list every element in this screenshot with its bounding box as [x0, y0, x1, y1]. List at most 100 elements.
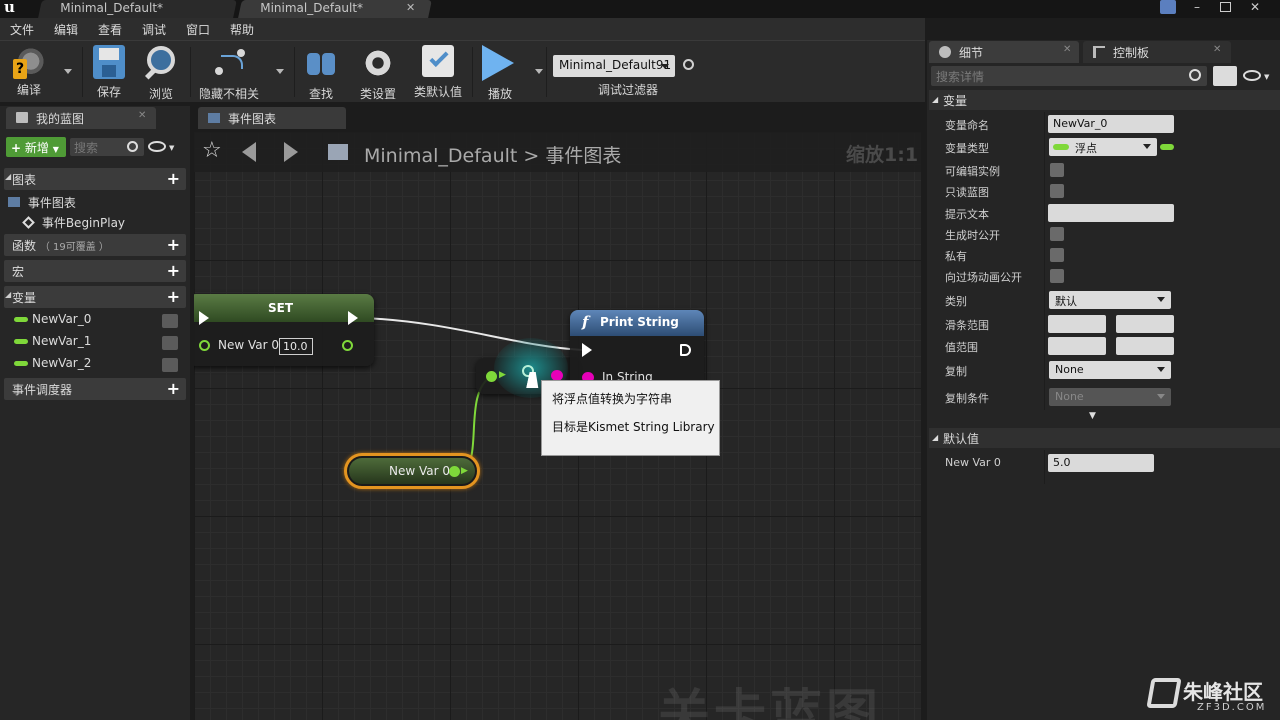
tooltip-input[interactable] — [1048, 204, 1174, 222]
play-options-caret[interactable] — [535, 69, 543, 74]
float-out-pin[interactable] — [342, 340, 353, 351]
variables-section[interactable]: ◢ 变量 + — [4, 286, 186, 308]
document-tab-2[interactable]: Minimal_Default* — [238, 0, 432, 18]
close-icon[interactable]: ✕ — [1213, 44, 1221, 55]
minimize-icon[interactable]: – — [1194, 0, 1208, 14]
debug-object-dropdown[interactable]: Minimal_Default91 — [553, 55, 675, 77]
source-control-icon[interactable] — [1160, 0, 1176, 14]
document-tab-1[interactable]: Minimal_Default* — [38, 0, 237, 18]
variable-section-header[interactable]: ◢ 变量 — [929, 90, 1280, 110]
view-options-caret-icon[interactable]: ▼ — [169, 144, 174, 152]
menu-edit[interactable]: 编辑 — [54, 21, 78, 38]
exec-in-pin[interactable] — [199, 311, 209, 325]
value-range-min-input[interactable] — [1048, 337, 1106, 355]
functions-section[interactable]: 函数 （ 19可覆盖 ） + — [4, 234, 186, 256]
search-icon[interactable] — [127, 141, 138, 152]
float-in-pin[interactable] — [199, 340, 210, 351]
maximize-icon[interactable] — [1220, 2, 1231, 12]
add-new-button[interactable]: + 新增 ▼ — [6, 137, 66, 157]
var-name-input[interactable]: NewVar_0 — [1048, 115, 1174, 133]
close-window-icon[interactable]: ✕ — [1250, 0, 1260, 14]
hide-unrelated-button[interactable]: 隐藏不相关 — [196, 45, 262, 102]
class-settings-button[interactable]: 类设置 — [354, 45, 402, 102]
play-button[interactable]: 播放 — [478, 45, 522, 102]
menu-file[interactable]: 文件 — [10, 21, 34, 38]
menu-window[interactable]: 窗口 — [186, 21, 210, 38]
container-type-icon[interactable] — [1160, 144, 1174, 150]
details-search-input[interactable]: 搜索详情 — [931, 66, 1207, 86]
menu-view[interactable]: 查看 — [98, 21, 122, 38]
expose-cinematics-checkbox[interactable] — [1050, 269, 1064, 283]
event-dispatchers-section[interactable]: 事件调度器 + — [4, 378, 186, 400]
visibility-eye-icon[interactable] — [162, 314, 178, 328]
exec-out-pin[interactable] — [680, 344, 691, 356]
close-icon[interactable]: ✕ — [406, 1, 415, 14]
float-out-pin[interactable] — [449, 466, 460, 477]
hide-options-caret[interactable] — [276, 69, 284, 74]
tab-palette[interactable]: 控制板 ✕ — [1083, 41, 1231, 63]
add-graph-icon[interactable]: + — [167, 169, 180, 188]
category-label: 类别 — [945, 295, 967, 308]
variable-item[interactable]: NewVar_2 — [14, 356, 184, 376]
property-matrix-icon[interactable] — [1213, 66, 1237, 86]
browse-button[interactable]: 浏览 — [140, 45, 182, 102]
menu-help[interactable]: 帮助 — [230, 21, 254, 38]
variable-item[interactable]: NewVar_1 — [14, 334, 184, 354]
set-node[interactable]: SET New Var 0 10.0 — [194, 294, 374, 366]
graphs-label: 图表 — [12, 173, 37, 187]
print-string-node[interactable]: f Print String In String — [570, 310, 704, 390]
slider-range-min-input[interactable] — [1048, 315, 1106, 333]
forward-arrow-icon[interactable] — [284, 142, 298, 162]
debug-search-icon[interactable] — [683, 59, 694, 70]
toolbar-separator — [546, 47, 547, 97]
event-graph-item[interactable]: 事件图表 — [8, 194, 76, 211]
float-input-pin[interactable] — [486, 371, 497, 382]
macros-section[interactable]: 宏 + — [4, 260, 186, 282]
tab-details[interactable]: 细节 ✕ — [929, 41, 1079, 63]
tab-details-label: 细节 — [959, 46, 984, 60]
view-options-eye-icon[interactable] — [148, 141, 166, 152]
replication-dropdown[interactable]: None — [1049, 361, 1171, 379]
variable-item[interactable]: NewVar_0 — [14, 312, 184, 332]
set-value-input[interactable]: 10.0 — [279, 338, 313, 355]
dropdown-caret-icon — [1157, 367, 1165, 372]
view-options-caret-icon[interactable]: ▼ — [1264, 73, 1269, 81]
var-type-dropdown[interactable]: 浮点 — [1049, 138, 1157, 156]
view-options-eye-icon[interactable] — [1243, 70, 1261, 81]
category-dropdown[interactable]: 默认 — [1049, 291, 1171, 309]
blueprint-readonly-checkbox[interactable] — [1050, 184, 1064, 198]
compile-button[interactable]: ? 编译 — [6, 45, 52, 98]
favorite-star-icon[interactable]: ☆ — [202, 138, 222, 163]
default-section-header[interactable]: ◢ 默认值 — [929, 428, 1280, 448]
close-icon[interactable]: ✕ — [1063, 44, 1071, 55]
save-button[interactable]: 保存 — [88, 45, 130, 100]
visibility-eye-icon[interactable] — [162, 336, 178, 350]
add-function-icon[interactable]: + — [167, 235, 180, 254]
tab-event-graph[interactable]: 事件图表 — [198, 107, 346, 129]
menu-debug[interactable]: 调试 — [142, 21, 166, 38]
exec-out-pin[interactable] — [348, 311, 358, 325]
default-var-input[interactable]: 5.0 — [1048, 454, 1154, 472]
expose-spawn-checkbox[interactable] — [1050, 227, 1064, 241]
graphs-section[interactable]: ◢ 图表 + — [4, 168, 186, 190]
visibility-eye-icon[interactable] — [162, 358, 178, 372]
class-defaults-button[interactable]: 类默认值 — [410, 45, 466, 100]
exec-in-pin[interactable] — [582, 343, 592, 357]
slider-range-max-input[interactable] — [1116, 315, 1174, 333]
advanced-expand-icon[interactable]: ▼ — [1089, 411, 1096, 421]
value-range-max-input[interactable] — [1116, 337, 1174, 355]
private-checkbox[interactable] — [1050, 248, 1064, 262]
compile-options-caret[interactable] — [64, 69, 72, 74]
find-button[interactable]: 查找 — [300, 45, 342, 102]
add-macro-icon[interactable]: + — [167, 261, 180, 280]
tab-my-blueprint[interactable]: 我的蓝图 ✕ — [6, 107, 156, 129]
close-icon[interactable]: ✕ — [138, 110, 146, 121]
back-arrow-icon[interactable] — [242, 142, 256, 162]
breadcrumb-root[interactable]: Minimal_Default — [364, 145, 517, 167]
begin-play-item[interactable]: 事件BeginPlay — [22, 214, 125, 231]
search-icon[interactable] — [1189, 69, 1201, 81]
add-variable-icon[interactable]: + — [167, 287, 180, 306]
add-dispatcher-icon[interactable]: + — [167, 379, 180, 398]
new-var-getter-node[interactable]: New Var 0 ▶ — [344, 453, 480, 489]
instance-editable-checkbox[interactable] — [1050, 163, 1064, 177]
